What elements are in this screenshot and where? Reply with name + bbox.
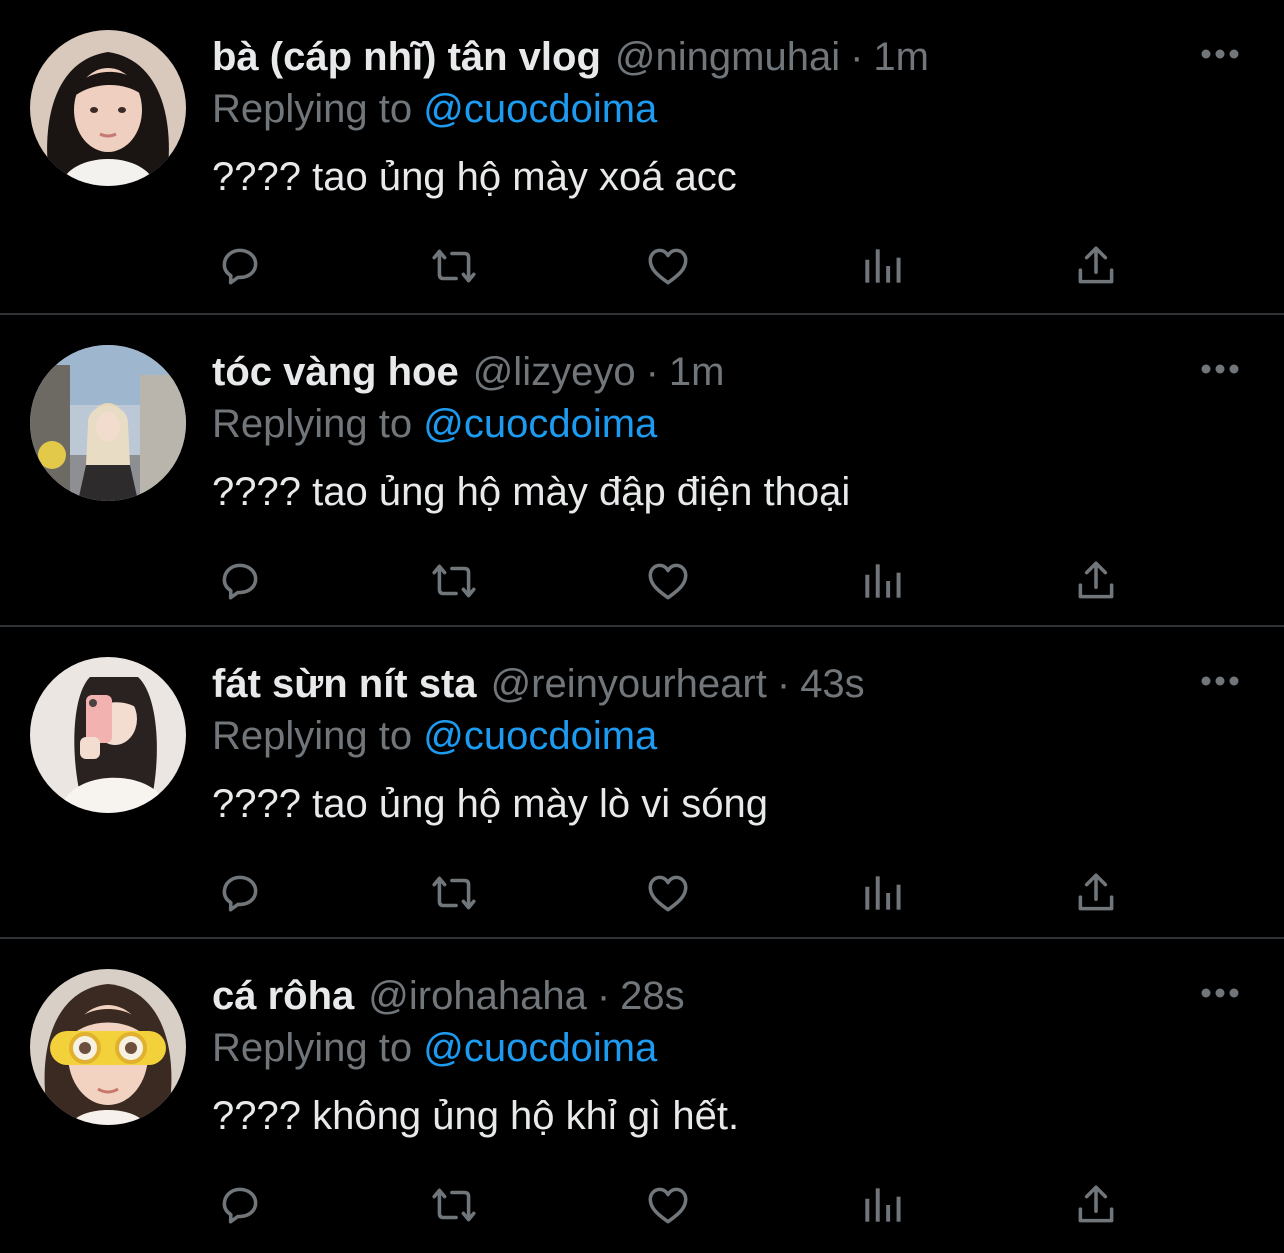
replying-prefix: Replying to <box>212 87 413 131</box>
comment-bubble-icon <box>222 248 258 285</box>
retweet-button[interactable] <box>426 553 482 609</box>
more-options-button[interactable] <box>1198 979 1242 1007</box>
reply-button[interactable] <box>212 238 268 294</box>
retweet-icon <box>432 249 476 283</box>
comment-bubble-icon <box>222 875 258 912</box>
share-upload-icon <box>1078 246 1114 284</box>
bar-chart-icon <box>865 564 901 598</box>
tweet-header: cá rôha @irohahaha · 28s <box>212 971 685 1021</box>
views-button[interactable] <box>854 865 910 921</box>
like-button[interactable] <box>640 238 696 294</box>
tweet-header: tóc vàng hoe @lizyeyo · 1m <box>212 347 724 397</box>
tweet-text: ???? tao ủng hộ mày lò vi sóng <box>212 782 768 826</box>
heart-icon <box>648 875 688 912</box>
share-upload-icon <box>1078 873 1114 911</box>
tweet-header: bà (cáp nhĩ) tân vlog @ningmuhai · 1m <box>212 32 929 82</box>
tweet-text: ???? không ủng hộ khỉ gì hết. <box>212 1094 740 1138</box>
views-button[interactable] <box>854 238 910 294</box>
more-dots-icon <box>1201 364 1239 374</box>
replying-to-line: Replying to @cuocdoima <box>212 1023 657 1073</box>
separator-dot: · <box>596 974 611 1018</box>
replying-to-line: Replying to @cuocdoima <box>212 84 657 134</box>
comment-bubble-icon <box>222 563 258 600</box>
user-handle[interactable]: @reinyourheart <box>491 659 767 709</box>
avatar[interactable] <box>30 30 186 186</box>
retweet-button[interactable] <box>426 1177 482 1233</box>
like-button[interactable] <box>640 553 696 609</box>
bar-chart-icon <box>865 876 901 910</box>
tweet-text: ???? tao ủng hộ mày đập điện thoại <box>212 470 851 514</box>
more-dots-icon <box>1201 676 1239 686</box>
heart-icon <box>648 563 688 600</box>
replying-prefix: Replying to <box>212 714 413 758</box>
tweet-card[interactable]: fát sừn nít sta @reinyourheart · 43s Rep… <box>0 627 1284 939</box>
timestamp[interactable]: 1m <box>669 347 725 397</box>
separator-dot: · <box>776 662 791 706</box>
avatar[interactable] <box>30 969 186 1125</box>
heart-icon <box>648 248 688 285</box>
share-button[interactable] <box>1068 865 1124 921</box>
share-upload-icon <box>1078 561 1114 599</box>
tweet-actions <box>212 238 1132 294</box>
comment-bubble-icon <box>222 1187 258 1224</box>
reply-feed: bà (cáp nhĩ) tân vlog @ningmuhai · 1m Re… <box>0 0 1284 1253</box>
tweet-card[interactable]: cá rôha @irohahaha · 28s Replying to @cu… <box>0 939 1284 1253</box>
retweet-icon <box>432 1188 476 1222</box>
display-name[interactable]: tóc vàng hoe <box>212 347 459 397</box>
more-options-button[interactable] <box>1198 40 1242 68</box>
replying-mention-link[interactable]: @cuocdoima <box>423 1026 657 1070</box>
display-name[interactable]: cá rôha <box>212 971 354 1021</box>
timestamp[interactable]: 43s <box>800 659 865 709</box>
separator-dot: · <box>850 35 864 79</box>
tweet-card[interactable]: tóc vàng hoe @lizyeyo · 1m Replying to @… <box>0 315 1284 627</box>
tweet-actions <box>212 1177 1132 1233</box>
like-button[interactable] <box>640 865 696 921</box>
tweet-header: fát sừn nít sta @reinyourheart · 43s <box>212 659 865 709</box>
user-handle[interactable]: @irohahaha <box>368 971 587 1021</box>
retweet-button[interactable] <box>426 865 482 921</box>
retweet-button[interactable] <box>426 238 482 294</box>
tweet-text: ???? tao ủng hộ mày xoá acc <box>212 155 737 199</box>
timestamp[interactable]: 28s <box>620 971 685 1021</box>
tweet-actions <box>212 865 1132 921</box>
reply-button[interactable] <box>212 553 268 609</box>
replying-mention-link[interactable]: @cuocdoima <box>423 714 657 758</box>
timestamp[interactable]: 1m <box>873 32 929 82</box>
avatar[interactable] <box>30 345 186 501</box>
reply-button[interactable] <box>212 865 268 921</box>
display-name[interactable]: fát sừn nít sta <box>212 659 477 709</box>
more-dots-icon <box>1201 49 1239 59</box>
views-button[interactable] <box>854 553 910 609</box>
replying-mention-link[interactable]: @cuocdoima <box>423 87 657 131</box>
replying-to-line: Replying to @cuocdoima <box>212 399 657 449</box>
avatar[interactable] <box>30 657 186 813</box>
share-button[interactable] <box>1068 553 1124 609</box>
replying-to-line: Replying to @cuocdoima <box>212 711 657 761</box>
more-options-button[interactable] <box>1198 355 1242 383</box>
replying-prefix: Replying to <box>212 402 413 446</box>
user-handle[interactable]: @ningmuhai <box>615 32 840 82</box>
share-button[interactable] <box>1068 238 1124 294</box>
heart-icon <box>648 1187 688 1224</box>
retweet-icon <box>432 564 476 598</box>
bar-chart-icon <box>865 249 901 283</box>
bar-chart-icon <box>865 1188 901 1222</box>
reply-button[interactable] <box>212 1177 268 1233</box>
share-upload-icon <box>1078 1185 1114 1223</box>
like-button[interactable] <box>640 1177 696 1233</box>
more-dots-icon <box>1201 988 1239 998</box>
replying-mention-link[interactable]: @cuocdoima <box>423 402 657 446</box>
user-handle[interactable]: @lizyeyo <box>473 347 636 397</box>
share-button[interactable] <box>1068 1177 1124 1233</box>
replying-prefix: Replying to <box>212 1026 413 1070</box>
separator-dot: · <box>645 350 659 394</box>
tweet-card[interactable]: bà (cáp nhĩ) tân vlog @ningmuhai · 1m Re… <box>0 0 1284 315</box>
retweet-icon <box>432 876 476 910</box>
display-name[interactable]: bà (cáp nhĩ) tân vlog <box>212 32 601 82</box>
views-button[interactable] <box>854 1177 910 1233</box>
tweet-actions <box>212 553 1132 609</box>
more-options-button[interactable] <box>1198 667 1242 695</box>
